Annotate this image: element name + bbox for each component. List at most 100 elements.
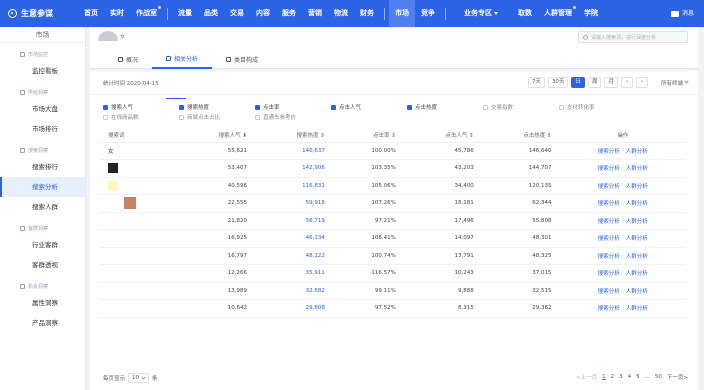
range-7d-button[interactable]: 7天 [527, 77, 545, 88]
checkbox-icon [103, 114, 108, 120]
search-analysis-link[interactable]: 搜索分析 [598, 306, 620, 312]
nav-traffic[interactable]: 流量 [172, 0, 198, 27]
nav-realtime[interactable]: 实时 [104, 0, 130, 27]
page-button[interactable]: 1 [602, 374, 606, 380]
nav-trade[interactable]: 交易 [224, 0, 250, 27]
sidebar-item-market-ranking[interactable]: 市场排行 [0, 119, 85, 139]
sidebar-title: 市场 [0, 27, 85, 43]
page-button[interactable]: 50 [655, 374, 662, 380]
sidebar-item-search-analysis[interactable]: 搜索分析 [0, 177, 85, 197]
terminal-select[interactable]: 所有终端 [661, 79, 689, 87]
nav-home[interactable]: 首页 [78, 0, 104, 27]
keyword-thumbnail [108, 163, 118, 174]
nav-category[interactable]: 品类 [198, 0, 224, 27]
sidebar-item-industry-customers[interactable]: 行业客群 [0, 235, 85, 255]
crowd-analysis-link[interactable]: 人群分析 [626, 254, 648, 260]
keyword-cell [100, 247, 178, 265]
metric-cell: 13,791 [403, 247, 482, 265]
nav-service[interactable]: 服务 [276, 0, 302, 27]
next-page-button[interactable]: 下一页> [667, 373, 688, 381]
crowd-analysis-link[interactable]: 人群分析 [626, 271, 648, 277]
nav-academy[interactable]: 学院 [578, 0, 604, 27]
nav-data-fetch[interactable]: 取数 [512, 0, 538, 27]
message-button[interactable]: 消息 [670, 0, 694, 27]
nav-finance[interactable]: 财务 [354, 0, 380, 27]
prev-page-button[interactable]: <上一页 [576, 373, 597, 381]
metric-checkbox[interactable]: 在线商品数 [103, 113, 179, 121]
page-button[interactable]: 5 [636, 374, 640, 380]
metric-checkbox[interactable]: 点击率 [255, 103, 331, 111]
metric-checkbox[interactable]: 点击热度 [407, 103, 483, 111]
crowd-analysis-link[interactable]: 人群分析 [626, 306, 648, 312]
column-header[interactable]: 搜索人气 ⬇ [177, 129, 256, 143]
tab-related-analysis[interactable]: 相关分析 [152, 49, 213, 69]
actions-cell: 搜索分析 人群分析 [559, 159, 686, 178]
nav-crowd[interactable]: 人群管理 [538, 0, 578, 27]
sidebar-item-product-insight[interactable]: 产品洞察 [0, 313, 85, 333]
page-button[interactable]: 4 [628, 374, 632, 380]
crowd-analysis-link[interactable]: 人群分析 [626, 149, 648, 155]
search-analysis-link[interactable]: 搜索分析 [598, 236, 620, 242]
table-row: 女 55,621 146,637 100.00% 45,786 146,640 搜索分析 人群… [100, 142, 686, 160]
range-week-button[interactable]: 周 [587, 77, 602, 88]
brand-logo-icon [8, 9, 17, 18]
category-icon [226, 56, 232, 62]
search-analysis-link[interactable]: 搜索分析 [598, 271, 620, 277]
search-input[interactable]: 请输入搜索词，进行深度分析 [578, 31, 688, 43]
next-date-button[interactable]: › [635, 77, 648, 88]
metric-checkbox[interactable]: 搜索热度 [179, 103, 255, 111]
sidebar-item-attribute-insight[interactable]: 属性洞察 [0, 293, 85, 313]
sidebar-item-search-crowd[interactable]: 搜索人群 [0, 197, 85, 217]
search-analysis-link[interactable]: 搜索分析 [598, 289, 620, 295]
search-analysis-link[interactable]: 搜索分析 [598, 201, 620, 207]
metric-checkbox[interactable]: 点击人气 [331, 103, 407, 111]
crowd-analysis-link[interactable]: 人群分析 [626, 166, 648, 172]
keyword-thumbnail [108, 180, 118, 191]
metric-checkbox[interactable]: 商城点击占比 [179, 113, 255, 121]
nav-business-zone[interactable]: 业务专区 [450, 0, 512, 27]
nav-marketing[interactable]: 营销 [302, 0, 328, 27]
nav-market[interactable]: 市场 [389, 0, 415, 27]
sidebar-item-monitor-board[interactable]: 监控看板 [0, 61, 85, 81]
tab-overview[interactable]: 概况 [104, 49, 152, 69]
nav-warroom[interactable]: 作战室 [130, 0, 163, 27]
column-header[interactable]: 点击人气 ⇕ [403, 129, 482, 143]
page-size-select[interactable]: 10 [128, 373, 150, 383]
page-button[interactable]: 3 [619, 374, 623, 380]
range-day-button[interactable]: 日 [571, 77, 585, 88]
metric-checkbox[interactable]: 交易指数 [483, 103, 559, 111]
metric-checkbox[interactable]: 搜索人气 [103, 103, 179, 111]
brand[interactable]: 生意参谋 [0, 8, 78, 19]
sidebar-item-search-ranking[interactable]: 搜索排行 [0, 157, 85, 177]
crowd-analysis-link[interactable]: 人群分析 [626, 201, 648, 207]
sidebar-item-customer-perspective[interactable]: 客群透视 [0, 255, 85, 275]
sidebar-item-market-overview[interactable]: 市场大盘 [0, 99, 85, 119]
column-header[interactable]: 点击热度 ⇕ [481, 129, 560, 143]
crowd-analysis-link[interactable]: 人群分析 [626, 289, 648, 295]
metric-cell: 48,325 [481, 247, 560, 265]
tab-category-composition[interactable]: 类目构成 [212, 49, 272, 69]
range-30d-button[interactable]: 30天 [547, 77, 569, 88]
prev-date-button[interactable]: ‹ [620, 77, 633, 88]
group-icon [20, 147, 25, 153]
column-header[interactable]: 点击率 ⇕ [332, 129, 404, 143]
nav-content[interactable]: 内容 [250, 0, 276, 27]
nav-logistics[interactable]: 物流 [328, 0, 354, 27]
crowd-analysis-link[interactable]: 人群分析 [626, 219, 648, 225]
search-analysis-link[interactable]: 搜索分析 [598, 184, 620, 190]
page-button[interactable]: 2 [611, 374, 615, 380]
keyword-text: 女 [108, 148, 114, 155]
nav-competition[interactable]: 竞争 [415, 0, 441, 27]
group-icon [20, 283, 25, 289]
search-analysis-link[interactable]: 搜索分析 [598, 166, 620, 172]
metric-checkbox[interactable]: 直通车参考价 [255, 113, 331, 121]
search-analysis-link[interactable]: 搜索分析 [598, 219, 620, 225]
crowd-analysis-link[interactable]: 人群分析 [626, 236, 648, 242]
search-analysis-link[interactable]: 搜索分析 [598, 149, 620, 155]
range-month-button[interactable]: 月 [604, 77, 618, 88]
search-analysis-link[interactable]: 搜索分析 [598, 254, 620, 260]
metric-cell: 9,888 [403, 282, 482, 300]
crowd-analysis-link[interactable]: 人群分析 [626, 184, 648, 190]
column-header[interactable]: 搜索热度 ⇕ [255, 129, 333, 143]
metric-checkbox[interactable]: 支付转化率 [559, 103, 635, 111]
